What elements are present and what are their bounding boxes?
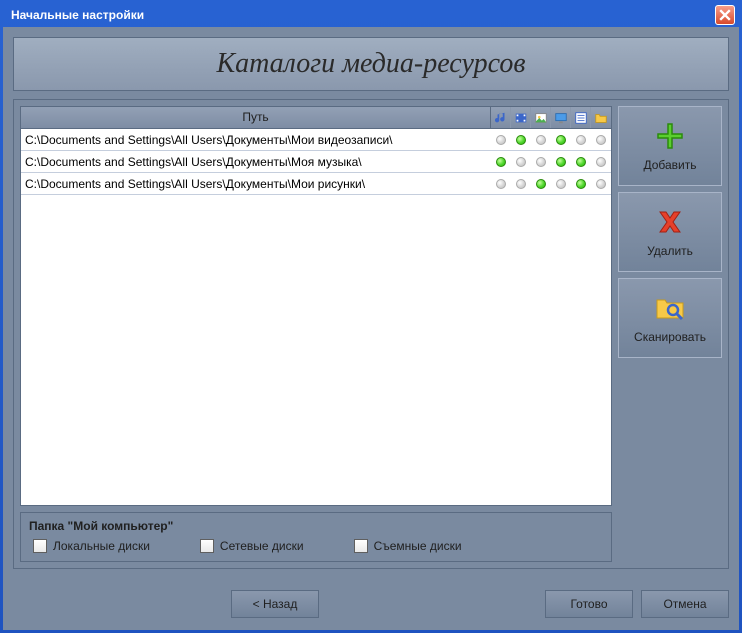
picture-icon xyxy=(534,111,548,125)
flag-cell[interactable] xyxy=(491,135,511,145)
flag-cell[interactable] xyxy=(571,179,591,189)
finish-button[interactable]: Готово xyxy=(545,590,633,618)
dot-off-icon xyxy=(496,179,506,189)
titlebar[interactable]: Начальные настройки xyxy=(3,3,739,27)
table-row[interactable]: C:\Documents and Settings\All Users\Доку… xyxy=(21,151,611,173)
checkbox-icon xyxy=(33,539,47,553)
column-header-picture[interactable] xyxy=(531,107,551,128)
column-header-screen[interactable] xyxy=(551,107,571,128)
side-buttons: Добавить Удалить xyxy=(618,106,722,562)
flag-cell[interactable] xyxy=(571,157,591,167)
flag-cell[interactable] xyxy=(511,157,531,167)
flag-cell[interactable] xyxy=(531,179,551,189)
dot-off-icon xyxy=(576,135,586,145)
dot-on-icon xyxy=(576,179,586,189)
disks-group: Папка "Мой компьютер" Локальные диски Се… xyxy=(20,512,612,562)
left-area: Путь xyxy=(20,106,612,562)
close-icon xyxy=(719,9,731,21)
local-disks-label: Локальные диски xyxy=(53,539,150,553)
paths-table: Путь xyxy=(20,106,612,506)
disks-row: Локальные диски Сетевые диски Съемные ди… xyxy=(27,539,605,553)
page-header: Каталоги медиа-ресурсов xyxy=(13,37,729,91)
close-button[interactable] xyxy=(715,5,735,25)
flag-cell[interactable] xyxy=(551,135,571,145)
dot-off-icon xyxy=(596,157,606,167)
main-panel: Путь xyxy=(13,99,729,569)
dot-on-icon xyxy=(536,179,546,189)
path-cell: C:\Documents and Settings\All Users\Доку… xyxy=(21,155,491,169)
column-header-path[interactable]: Путь xyxy=(21,107,491,128)
dot-off-icon xyxy=(536,157,546,167)
screen-icon xyxy=(554,111,568,125)
column-header-audio[interactable] xyxy=(491,107,511,128)
delete-button-label: Удалить xyxy=(647,244,693,258)
flag-cell[interactable] xyxy=(531,135,551,145)
flag-cell[interactable] xyxy=(491,179,511,189)
list-icon xyxy=(574,111,588,125)
client-area: Каталоги медиа-ресурсов Путь xyxy=(3,27,739,630)
column-header-video[interactable] xyxy=(511,107,531,128)
page-title: Каталоги медиа-ресурсов xyxy=(217,48,526,80)
local-disks-checkbox[interactable]: Локальные диски xyxy=(33,539,150,553)
dot-on-icon xyxy=(556,157,566,167)
flag-cell[interactable] xyxy=(511,135,531,145)
scan-button[interactable]: Сканировать xyxy=(618,278,722,358)
add-button-label: Добавить xyxy=(643,158,696,172)
flag-cell[interactable] xyxy=(591,135,611,145)
path-cell: C:\Documents and Settings\All Users\Доку… xyxy=(21,133,491,147)
dot-on-icon xyxy=(556,135,566,145)
disks-group-label: Папка "Мой компьютер" xyxy=(27,517,605,539)
scan-button-label: Сканировать xyxy=(634,330,706,344)
flag-cell[interactable] xyxy=(591,157,611,167)
cancel-button[interactable]: Отмена xyxy=(641,590,729,618)
flag-cell[interactable] xyxy=(591,179,611,189)
bottom-bar: < Назад Готово Отмена xyxy=(13,588,729,620)
checkbox-icon xyxy=(200,539,214,553)
table-header: Путь xyxy=(21,107,611,129)
checkbox-icon xyxy=(354,539,368,553)
dot-off-icon xyxy=(516,157,526,167)
add-icon xyxy=(654,120,686,152)
flag-cell[interactable] xyxy=(511,179,531,189)
dot-off-icon xyxy=(516,179,526,189)
removable-disks-checkbox[interactable]: Съемные диски xyxy=(354,539,462,553)
flag-cell[interactable] xyxy=(551,179,571,189)
dot-on-icon xyxy=(576,157,586,167)
window-title: Начальные настройки xyxy=(11,8,715,22)
table-row[interactable]: C:\Documents and Settings\All Users\Доку… xyxy=(21,173,611,195)
flag-cell[interactable] xyxy=(531,157,551,167)
back-button[interactable]: < Назад xyxy=(231,590,319,618)
network-disks-label: Сетевые диски xyxy=(220,539,304,553)
removable-disks-label: Съемные диски xyxy=(374,539,462,553)
flag-cell[interactable] xyxy=(491,157,511,167)
flag-cell[interactable] xyxy=(571,135,591,145)
table-body: C:\Documents and Settings\All Users\Доку… xyxy=(21,129,611,505)
network-disks-checkbox[interactable]: Сетевые диски xyxy=(200,539,304,553)
table-row[interactable]: C:\Documents and Settings\All Users\Доку… xyxy=(21,129,611,151)
dot-off-icon xyxy=(596,179,606,189)
dot-off-icon xyxy=(536,135,546,145)
dot-on-icon xyxy=(496,157,506,167)
flag-cell[interactable] xyxy=(551,157,571,167)
folder-icon xyxy=(594,111,608,125)
delete-icon xyxy=(654,206,686,238)
dot-off-icon xyxy=(496,135,506,145)
dot-off-icon xyxy=(596,135,606,145)
dot-on-icon xyxy=(516,135,526,145)
audio-icon xyxy=(494,111,508,125)
delete-button[interactable]: Удалить xyxy=(618,192,722,272)
window-frame: Начальные настройки Каталоги медиа-ресур… xyxy=(0,0,742,633)
scan-icon xyxy=(654,292,686,324)
add-button[interactable]: Добавить xyxy=(618,106,722,186)
column-header-list[interactable] xyxy=(571,107,591,128)
column-header-folder[interactable] xyxy=(591,107,611,128)
dot-off-icon xyxy=(556,179,566,189)
video-icon xyxy=(514,111,528,125)
path-cell: C:\Documents and Settings\All Users\Доку… xyxy=(21,177,491,191)
